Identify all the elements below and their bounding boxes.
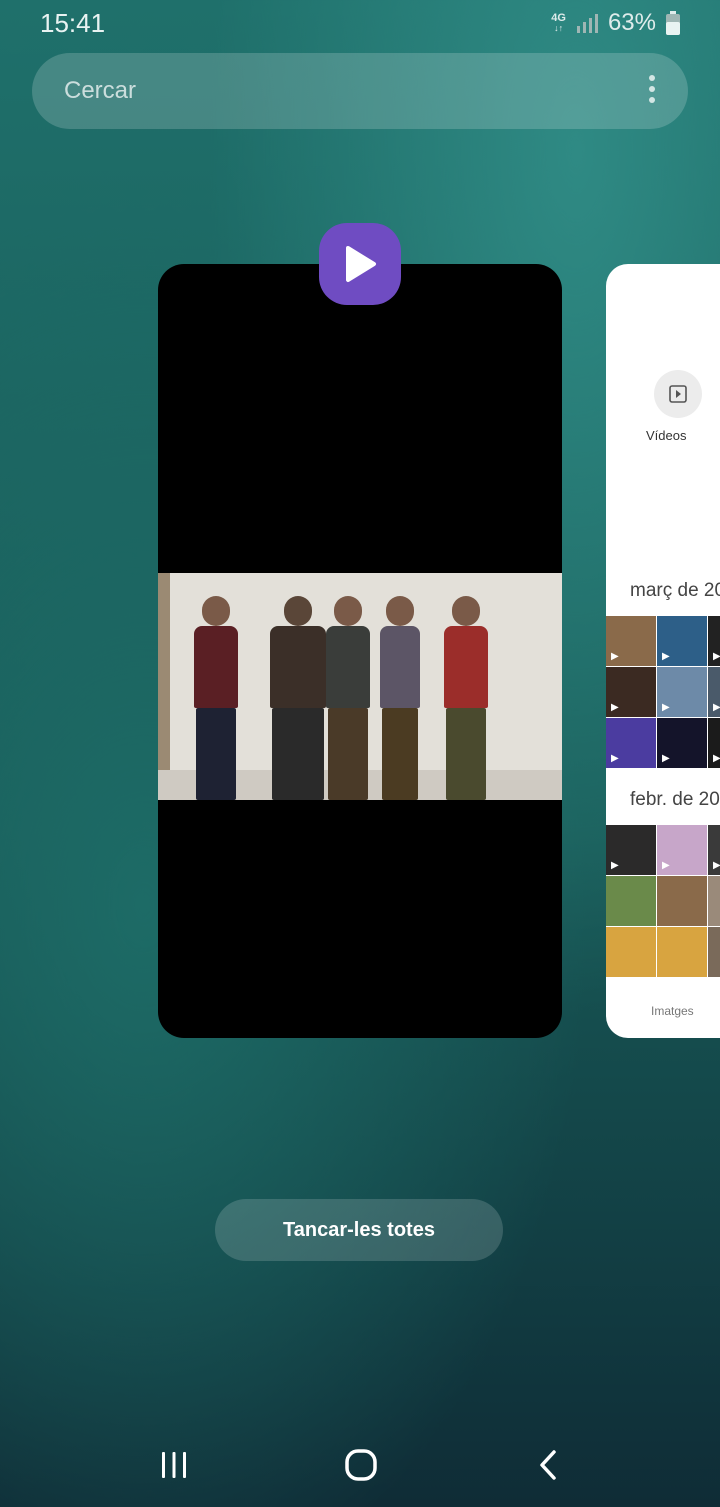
thumbnail: ▶ [708, 718, 720, 768]
thumbnail: ▶ [657, 825, 707, 875]
thumbnail: ▶ [708, 667, 720, 717]
videos-album-icon [654, 370, 702, 418]
status-bar: 15:41 4G ↓↑ 63% [0, 0, 720, 46]
search-bar[interactable]: Cercar [32, 53, 688, 129]
thumbnail [657, 876, 707, 926]
video-preview [158, 573, 562, 800]
section-title-february: febr. de 20 [630, 789, 720, 810]
thumbnail: ▶ [606, 616, 656, 666]
status-icons: 4G ↓↑ 63% [551, 9, 680, 37]
thumbnail: ▶ [657, 718, 707, 768]
signal-icon [576, 14, 598, 33]
search-input[interactable]: Cercar [64, 77, 136, 105]
recents-icon [162, 1452, 186, 1478]
battery-icon [666, 11, 680, 35]
tab-images[interactable]: Imatges [651, 1004, 694, 1018]
thumbnail [606, 876, 656, 926]
recents-button[interactable] [144, 1444, 204, 1486]
thumbnail-grid-february: ▶ ▶ ▶ [606, 825, 720, 977]
recent-app-card-gallery[interactable]: Vídeos març de 20 ▶ ▶ ▶ ▶ ▶ ▶ ▶ ▶ ▶ febr… [606, 264, 720, 1038]
section-title-march: març de 20 [630, 580, 720, 601]
video-player-app-icon[interactable] [319, 223, 401, 305]
close-all-button[interactable]: Tancar-les totes [215, 1199, 503, 1261]
network-type-label: 4G [551, 12, 566, 24]
more-options-icon[interactable] [646, 75, 658, 107]
thumbnail: ▶ [606, 825, 656, 875]
recent-app-card-video-player[interactable] [158, 264, 562, 1038]
back-button[interactable] [518, 1444, 578, 1486]
videos-label: Vídeos [646, 428, 687, 443]
thumbnail: ▶ [708, 825, 720, 875]
home-button[interactable] [331, 1444, 391, 1486]
home-icon [345, 1449, 377, 1481]
navigation-bar [0, 1420, 720, 1507]
battery-percent: 63% [607, 9, 656, 36]
thumbnail [708, 876, 720, 926]
play-icon [346, 246, 376, 282]
status-time: 15:41 [40, 8, 106, 38]
thumbnail [606, 927, 656, 977]
thumbnail: ▶ [606, 718, 656, 768]
thumbnail: ▶ [708, 616, 720, 666]
back-icon [540, 1450, 556, 1480]
thumbnail: ▶ [606, 667, 656, 717]
thumbnail [708, 927, 720, 977]
thumbnail [657, 927, 707, 977]
video-file-icon [669, 385, 687, 403]
thumbnail: ▶ [657, 616, 707, 666]
thumbnail: ▶ [657, 667, 707, 717]
network-type-icon: 4G ↓↑ [551, 12, 566, 34]
thumbnail-grid-march: ▶ ▶ ▶ ▶ ▶ ▶ ▶ ▶ ▶ [606, 616, 720, 768]
